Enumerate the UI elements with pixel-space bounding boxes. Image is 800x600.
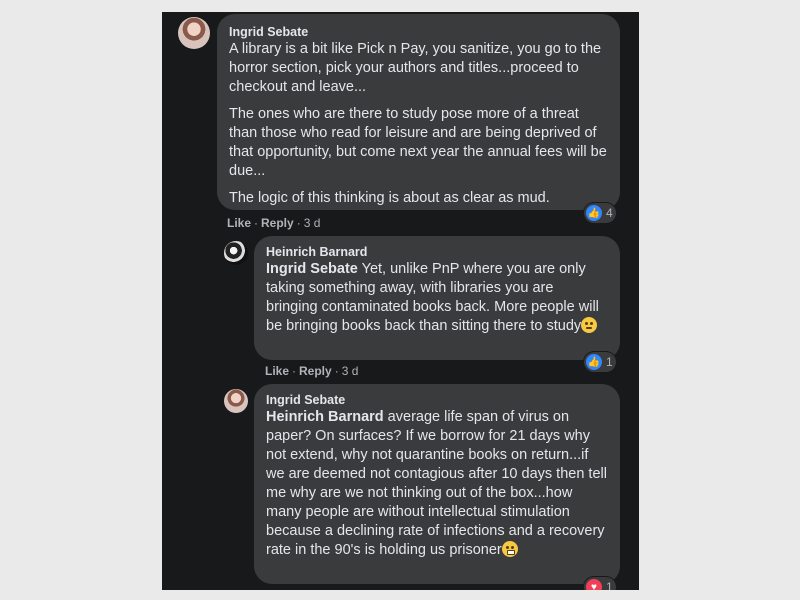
reaction-count-value: 1 xyxy=(606,355,613,369)
heart-icon: ♥ xyxy=(586,579,602,590)
comment-author[interactable]: Heinrich Barnard xyxy=(266,244,608,260)
rolling-eyes-emoji xyxy=(581,317,598,333)
reply-button[interactable]: Reply xyxy=(261,216,294,230)
timestamp[interactable]: 3 d xyxy=(304,216,321,230)
comment-actions: Like · Reply · 3 d xyxy=(227,216,321,230)
like-icon: 👍 xyxy=(586,205,602,221)
comment-paragraph: The ones who are there to study pose mor… xyxy=(229,106,607,179)
comments-panel: Ingrid Sebate A library is a bit like Pi… xyxy=(162,12,639,590)
reaction-count[interactable]: 👍 4 xyxy=(584,203,616,223)
avatar[interactable] xyxy=(224,241,248,265)
reply-button[interactable]: Reply xyxy=(299,364,332,378)
comment-bubble: Ingrid Sebate A library is a bit like Pi… xyxy=(217,14,620,210)
reaction-count[interactable]: 👍 1 xyxy=(584,352,616,372)
comment-paragraph: A library is a bit like Pick n Pay, you … xyxy=(229,41,602,95)
comment-text: Ingrid Sebate Yet, unlike PnP where you … xyxy=(266,260,608,336)
timestamp[interactable]: 3 d xyxy=(342,364,359,378)
comment-bubble: Ingrid Sebate Heinrich Barnard average l… xyxy=(254,384,620,584)
like-icon: 👍 xyxy=(586,354,602,370)
reaction-count-value: 4 xyxy=(606,206,613,220)
comment-author[interactable]: Ingrid Sebate xyxy=(229,24,608,40)
comment-paragraph: The logic of this thinking is about as c… xyxy=(229,190,550,206)
grimacing-emoji xyxy=(501,541,518,557)
comment-actions: Like · Reply · 3 d xyxy=(265,364,359,378)
comment-author[interactable]: Ingrid Sebate xyxy=(266,392,608,408)
avatar[interactable] xyxy=(178,17,210,49)
comment-text-body: average life span of virus on paper? On … xyxy=(266,409,607,558)
comment-bubble: Heinrich Barnard Ingrid Sebate Yet, unli… xyxy=(254,236,620,360)
avatar[interactable] xyxy=(224,389,248,413)
reaction-count[interactable]: ♥ 1 xyxy=(584,577,616,590)
mention-link[interactable]: Heinrich Barnard xyxy=(266,409,384,425)
mention-link[interactable]: Ingrid Sebate xyxy=(266,261,358,277)
like-button[interactable]: Like xyxy=(265,364,289,378)
like-button[interactable]: Like xyxy=(227,216,251,230)
comment-text: Heinrich Barnard average life span of vi… xyxy=(266,408,608,560)
reaction-count-value: 1 xyxy=(606,580,613,590)
comment-text: A library is a bit like Pick n Pay, you … xyxy=(229,40,608,208)
